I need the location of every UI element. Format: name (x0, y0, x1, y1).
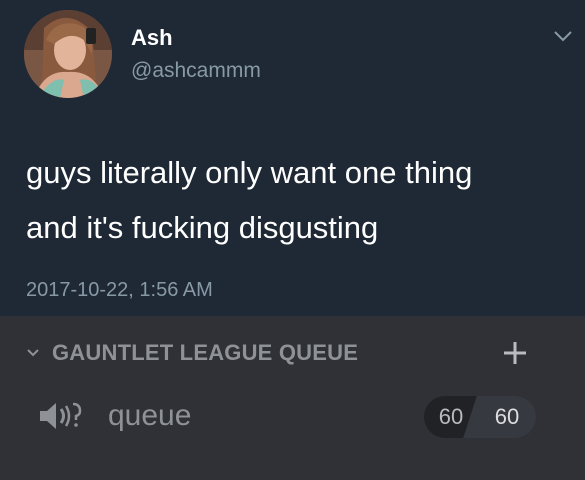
user-handle[interactable]: @ashcammm (131, 59, 261, 83)
tweet-text: guys literally only want one thing and i… (26, 145, 566, 255)
tweet-text-line: and it's fucking disgusting (26, 210, 379, 245)
user-limit-badge: 60 60 (424, 396, 536, 438)
category-header[interactable]: GAUNTLET LEAGUE QUEUE (26, 336, 358, 370)
plus-icon[interactable] (500, 338, 530, 368)
category-label: GAUNTLET LEAGUE QUEUE (52, 340, 359, 365)
chevron-down-icon (27, 349, 39, 357)
tweet-card: Ash @ashcammm guys literally only want o… (0, 0, 585, 316)
voice-channel-queue[interactable]: queue (36, 394, 191, 438)
user-limit: 60 (478, 396, 536, 438)
tweet-text-line: guys literally only want one thing (26, 155, 473, 190)
avatar[interactable] (24, 10, 112, 98)
discord-channel-list: GAUNTLET LEAGUE QUEUE queue 60 60 (0, 316, 585, 480)
speaker-icon (40, 402, 82, 429)
display-name[interactable]: Ash (131, 25, 173, 51)
channel-name: queue (108, 399, 192, 432)
chevron-down-icon[interactable] (552, 28, 574, 44)
tweet-timestamp[interactable]: 2017-10-22, 1:56 AM (26, 279, 213, 302)
avatar-image (24, 10, 112, 98)
user-limit-value: 60 (494, 404, 520, 429)
